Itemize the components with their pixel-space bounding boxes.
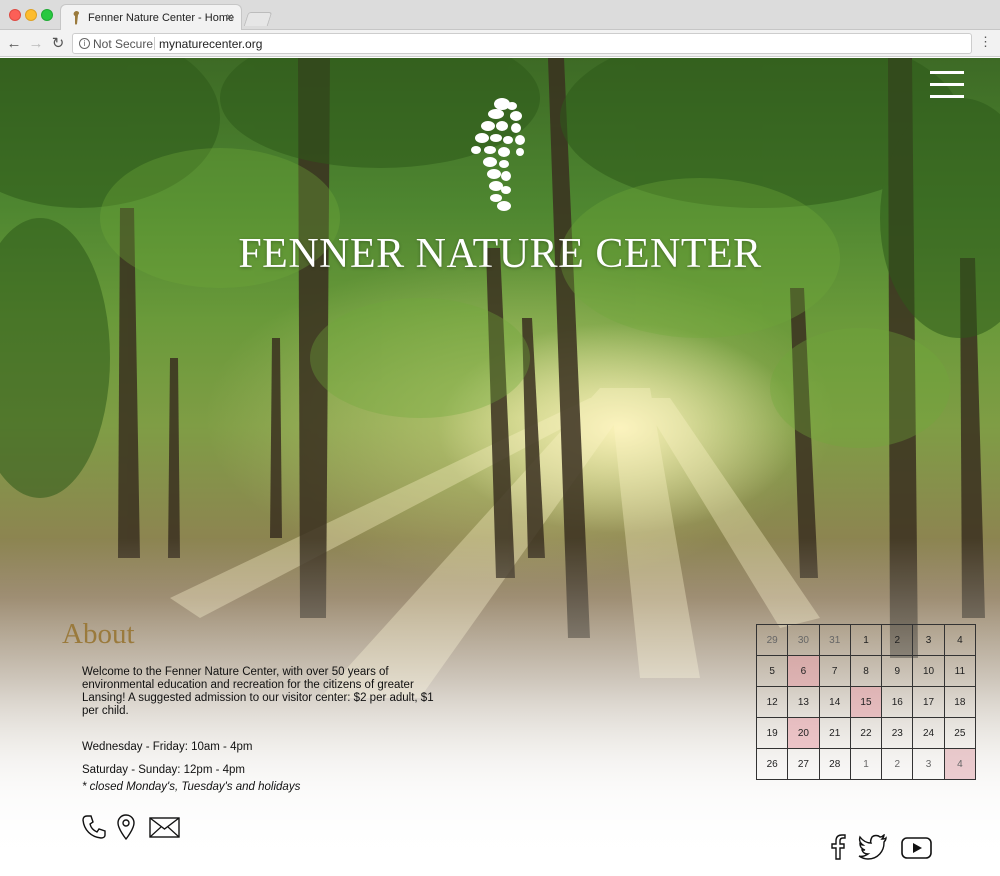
events-calendar: 29 30 31 1 2 3 4 5 6 7 8 9 10 11 12 13 14 15 16 17 18 19 20 21 2… (755, 624, 977, 780)
calendar-week-row: 12 13 14 15 16 17 18 (755, 686, 977, 718)
calendar-day[interactable]: 7 (818, 655, 851, 687)
about-description: Welcome to the Fenner Nature Center, wit… (82, 666, 434, 717)
about-heading: About (62, 618, 135, 650)
calendar-day[interactable]: 26 (755, 748, 789, 780)
calendar-day[interactable]: 12 (755, 686, 789, 718)
back-arrow-icon[interactable]: ← (5, 34, 23, 52)
hours-weekend: Saturday - Sunday: 12pm - 4pm (82, 764, 245, 776)
calendar-day-event[interactable]: 15 (849, 686, 883, 718)
calendar-day[interactable]: 2 (881, 748, 914, 780)
calendar-day[interactable]: 2 (881, 624, 914, 656)
hamburger-menu-icon[interactable] (930, 71, 964, 99)
url-text[interactable]: mynaturecenter.org (159, 37, 262, 51)
calendar-day[interactable]: 30 (787, 624, 820, 656)
calendar-day[interactable]: 1 (849, 624, 883, 656)
calendar-day[interactable]: 14 (818, 686, 851, 718)
calendar-day[interactable]: 16 (881, 686, 914, 718)
calendar-day[interactable]: 28 (818, 748, 851, 780)
reload-icon[interactable]: ↻ (49, 34, 67, 52)
calendar-day[interactable]: 27 (787, 748, 820, 780)
stone-figure-logo-icon (471, 98, 525, 211)
favicon-icon (73, 11, 80, 25)
browser-menu-icon[interactable]: ⋮ (979, 35, 992, 48)
calendar-day-event[interactable]: 20 (787, 717, 820, 749)
calendar-day[interactable]: 25 (943, 717, 977, 749)
calendar-day[interactable]: 10 (912, 655, 945, 687)
forward-arrow-icon[interactable]: → (27, 34, 45, 52)
tab-close-icon[interactable]: × (226, 10, 233, 24)
calendar-day[interactable]: 22 (849, 717, 883, 749)
close-window-button[interactable] (9, 9, 21, 21)
calendar-day[interactable]: 17 (912, 686, 945, 718)
calendar-week-row: 19 20 21 22 23 24 25 (755, 717, 977, 749)
address-bar[interactable]: i Not Secure mynaturecenter.org (72, 33, 972, 54)
calendar-week-row: 29 30 31 1 2 3 4 (755, 624, 977, 656)
calendar-day[interactable]: 18 (943, 686, 977, 718)
calendar-day[interactable]: 19 (755, 717, 789, 749)
browser-tab-bar: Fenner Nature Center - Home × (0, 0, 1000, 30)
browser-toolbar: ← → ↻ i Not Secure mynaturecenter.org ⋮ (0, 30, 1000, 57)
calendar-day[interactable]: 11 (943, 655, 977, 687)
calendar-day[interactable]: 24 (912, 717, 945, 749)
calendar-day[interactable]: 13 (787, 686, 820, 718)
hero-section: FENNER NATURE CENTER About Welcome to th… (0, 58, 1000, 876)
hours-weekday: Wednesday - Friday: 10am - 4pm (82, 741, 253, 753)
calendar-week-row: 5 6 7 8 9 10 11 (755, 655, 977, 687)
zoom-window-button[interactable] (41, 9, 53, 21)
calendar-day[interactable]: 4 (943, 624, 977, 656)
calendar-day-event[interactable]: 6 (787, 655, 820, 687)
address-divider (154, 37, 155, 50)
calendar-day[interactable]: 1 (849, 748, 883, 780)
tab-title: Fenner Nature Center - Home (88, 12, 235, 24)
calendar-day[interactable]: 9 (881, 655, 914, 687)
calendar-day-event[interactable]: 4 (943, 748, 977, 780)
site-title: FENNER NATURE CENTER (238, 231, 762, 277)
map-pin-icon[interactable] (116, 814, 136, 840)
security-label: Not Secure (93, 37, 154, 51)
calendar-day[interactable]: 31 (818, 624, 851, 656)
calendar-day[interactable]: 23 (881, 717, 914, 749)
calendar-day[interactable]: 3 (912, 624, 945, 656)
calendar-day[interactable]: 8 (849, 655, 883, 687)
calendar-day[interactable]: 5 (755, 655, 789, 687)
facebook-icon[interactable] (830, 834, 846, 860)
closed-note: * closed Monday's, Tuesday's and holiday… (82, 781, 301, 793)
new-tab-button[interactable] (243, 12, 273, 26)
calendar-day[interactable]: 29 (755, 624, 789, 656)
mail-icon[interactable] (149, 817, 180, 838)
calendar-day[interactable]: 21 (818, 717, 851, 749)
info-icon[interactable]: i (79, 38, 90, 49)
youtube-icon[interactable] (901, 837, 932, 859)
calendar-week-row: 26 27 28 1 2 3 4 (755, 748, 977, 780)
calendar-day[interactable]: 3 (912, 748, 945, 780)
phone-icon[interactable] (81, 814, 107, 840)
twitter-icon[interactable] (858, 834, 888, 860)
browser-tab[interactable]: Fenner Nature Center - Home × (60, 4, 242, 30)
minimize-window-button[interactable] (25, 9, 37, 21)
